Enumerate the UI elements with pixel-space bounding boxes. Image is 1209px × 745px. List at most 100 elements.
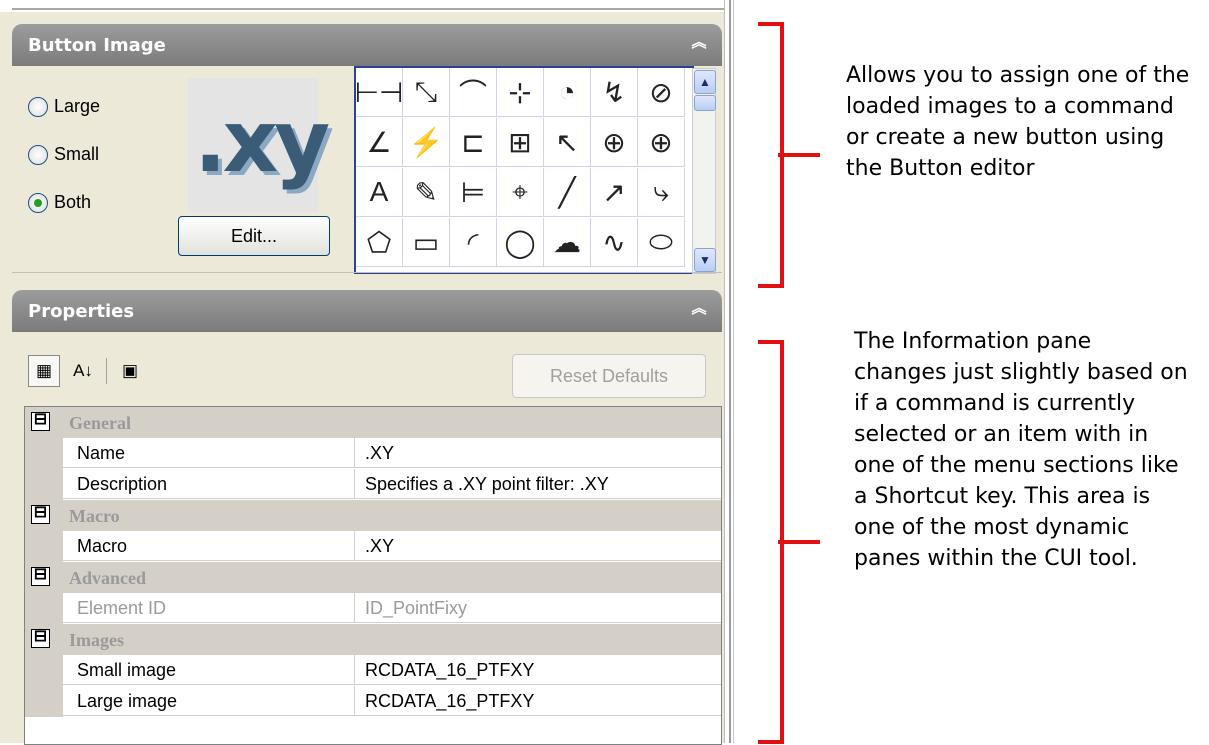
radio-button-icon[interactable]: [28, 144, 48, 165]
dim-arc-icon[interactable]: ⌒: [450, 68, 497, 117]
annotation-top: Allows you to assign one of the loaded i…: [846, 60, 1189, 184]
property-value[interactable]: .XY: [355, 531, 721, 561]
property-value[interactable]: RCDATA_16_PTFXY: [355, 655, 721, 685]
dim-ordinate-icon[interactable]: ⊹: [497, 68, 544, 117]
collapse-chevron-icon[interactable]: ︽: [690, 35, 708, 50]
property-row[interactable]: Large image RCDATA_16_PTFXY: [25, 686, 721, 717]
properties-section: Properties ︽ ▦ A↓ ▣ Reset Defaults ⊟ Gene…: [12, 290, 722, 745]
image-list-scrollbar[interactable]: ▲ ▼: [692, 68, 716, 274]
radio-both[interactable]: Both: [28, 192, 91, 213]
property-grid: ⊟ General Name .XY Description Specifies a .X…: [24, 406, 722, 745]
button-image-header[interactable]: Button Image ︽: [12, 24, 722, 66]
preview-glyph: .xy: [194, 92, 330, 192]
radio-button-selected-icon[interactable]: [28, 192, 48, 213]
edit-button[interactable]: Edit...: [178, 216, 330, 256]
bracket-tick: [778, 540, 820, 544]
collapse-minus-icon[interactable]: ⊟: [31, 567, 50, 586]
category-row[interactable]: ⊟ Macro: [25, 500, 721, 531]
radio-small[interactable]: Small: [28, 144, 99, 165]
radio-button-icon[interactable]: [28, 96, 48, 117]
properties-toolbar: ▦ A↓ ▣: [28, 352, 145, 390]
property-row[interactable]: Name .XY: [25, 438, 721, 469]
scroll-up-icon[interactable]: ▲: [694, 70, 716, 94]
dim-diameter-icon[interactable]: ⊘: [638, 68, 685, 117]
note-line: The Information pane: [854, 329, 1092, 354]
note-line: one of the menu sections like: [854, 453, 1179, 478]
row-gutter: [25, 686, 63, 717]
tolerance-icon[interactable]: ⊕: [591, 118, 638, 167]
arc-icon[interactable]: ◜: [450, 218, 497, 267]
quick-dim-icon[interactable]: ⚡: [403, 118, 450, 167]
circle-icon[interactable]: ◯: [497, 218, 544, 267]
property-row[interactable]: Description Specifies a .XY point filter:…: [25, 469, 721, 500]
category-name: Macro: [69, 506, 120, 526]
panel-splitter[interactable]: [724, 0, 737, 743]
cui-panel: Button Image ︽ Large Small Both .xy Edit…: [0, 0, 724, 745]
property-value[interactable]: Specifies a .XY point filter: .XY: [355, 469, 721, 499]
section-title: Button Image: [28, 35, 166, 56]
scroll-down-icon[interactable]: ▼: [694, 248, 716, 272]
dim-angular-icon[interactable]: ∠: [356, 118, 403, 167]
property-row[interactable]: Macro .XY: [25, 531, 721, 562]
note-line: a Shortcut key. This area is: [854, 484, 1151, 509]
radio-label: Both: [54, 192, 92, 212]
categorized-icon[interactable]: ▦: [28, 355, 60, 387]
qleader-icon[interactable]: ↖: [544, 118, 591, 167]
image-list[interactable]: ⊢⊣ ⤡ ⌒ ⊹ ◔ ↯ ⊘ ∠ ⚡ ⊏ ⊞ ↖ ⊕ ⊕ A ✎ ⊨ ⌖ ╱ ↗ ⤷ ⬠ ▭ ◜ ◯ ☁ ∿ ⬭: [354, 66, 694, 274]
property-name: Macro: [63, 531, 355, 561]
toolbar-separator: [106, 358, 107, 384]
row-gutter: [25, 531, 63, 562]
properties-header[interactable]: Properties ︽: [12, 290, 722, 332]
dim-baseline-icon[interactable]: ⊏: [450, 118, 497, 167]
dim-radius-icon[interactable]: ◔: [544, 68, 591, 117]
dim-jogged-icon[interactable]: ↯: [591, 68, 638, 117]
collapse-chevron-icon[interactable]: ︽: [690, 301, 708, 316]
dim-linear-icon[interactable]: ⊢⊣: [355, 68, 403, 117]
dim-update-icon[interactable]: ⊨: [450, 168, 497, 217]
property-row[interactable]: Element ID ID_PointFixy: [25, 593, 721, 624]
rectangle-icon[interactable]: ▭: [403, 218, 450, 267]
collapse-minus-icon[interactable]: ⊟: [31, 505, 50, 524]
dim-edit-icon[interactable]: A: [356, 168, 403, 217]
ray-icon[interactable]: ↗: [591, 168, 638, 217]
category-row[interactable]: ⊟ Images: [25, 624, 721, 655]
property-name: Element ID: [63, 593, 355, 623]
dim-style-icon[interactable]: ⌖: [497, 168, 544, 217]
category-name: Images: [69, 630, 124, 650]
note-line: selected or an item with in: [854, 422, 1149, 447]
category-name: Advanced: [69, 568, 147, 588]
category-row[interactable]: ⊟ Advanced: [25, 562, 721, 593]
property-value[interactable]: ID_PointFixy: [355, 593, 721, 623]
polyline-icon[interactable]: ⤷: [638, 168, 685, 217]
reset-defaults-button[interactable]: Reset Defaults: [512, 354, 706, 398]
scroll-thumb[interactable]: [694, 95, 716, 111]
button-preview: .xy: [188, 78, 330, 212]
property-value[interactable]: .XY: [355, 438, 721, 468]
category-name: General: [69, 413, 131, 433]
dim-text-edit-icon[interactable]: ✎: [403, 168, 450, 217]
note-line: or create a new button using: [846, 125, 1165, 150]
spline-icon[interactable]: ∿: [591, 218, 638, 267]
center-mark-icon[interactable]: ⊕: [638, 118, 685, 167]
property-name: Description: [63, 469, 355, 499]
property-pages-icon[interactable]: ▣: [115, 356, 145, 386]
annotation-bracket-bottom: [758, 340, 820, 744]
property-value[interactable]: RCDATA_16_PTFXY: [355, 686, 721, 716]
polygon-icon[interactable]: ⬠: [356, 218, 403, 267]
row-gutter: [25, 655, 63, 686]
collapse-minus-icon[interactable]: ⊟: [31, 629, 50, 648]
revcloud-icon[interactable]: ☁: [544, 218, 591, 267]
note-line: the Button editor: [846, 156, 1035, 181]
category-row[interactable]: ⊟ General: [25, 407, 721, 438]
sort-alphabetical-icon[interactable]: A↓: [68, 356, 98, 386]
line-icon[interactable]: ╱: [544, 168, 591, 217]
dim-continue-icon[interactable]: ⊞: [497, 118, 544, 167]
ellipse-icon[interactable]: ⬭: [638, 218, 685, 267]
collapse-minus-icon[interactable]: ⊟: [31, 412, 50, 431]
dim-aligned-icon[interactable]: ⤡: [403, 68, 450, 117]
note-line: if a command is currently: [854, 391, 1136, 416]
property-row[interactable]: Small image RCDATA_16_PTFXY: [25, 655, 721, 686]
property-name: Small image: [63, 655, 355, 685]
property-name: Name: [63, 438, 355, 468]
radio-large[interactable]: Large: [28, 96, 100, 117]
